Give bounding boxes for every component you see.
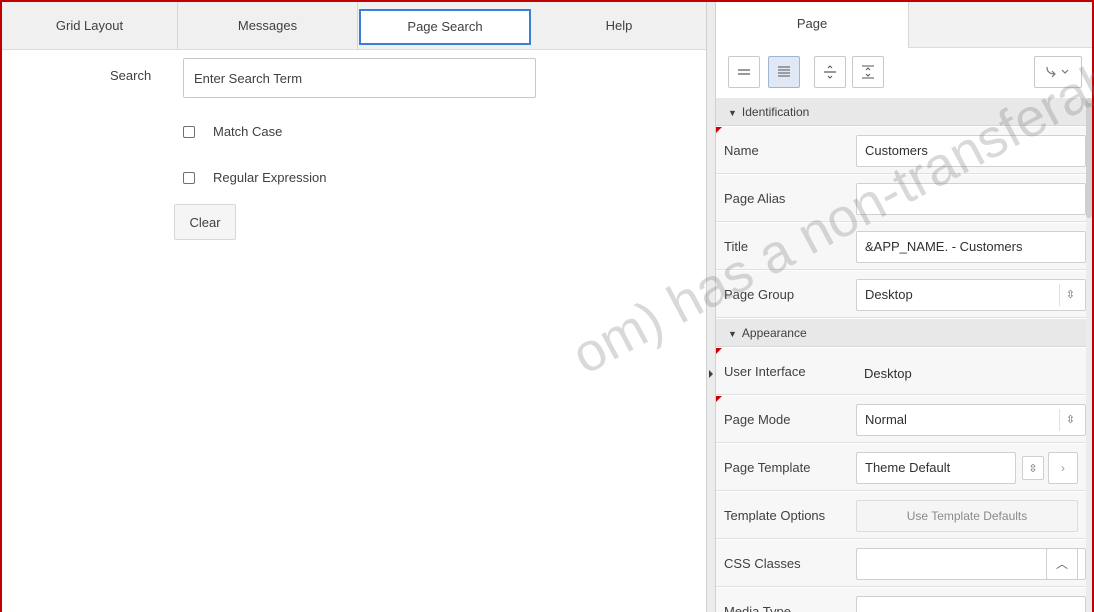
property-list: ▼ Identification Name Customers Page Alia… [716,98,1086,612]
collapse-all-button[interactable] [728,56,760,88]
page-group-select[interactable]: Desktop ⇳ [856,279,1086,311]
title-label: Title [724,239,749,254]
expanded-triangle-icon: ▼ [728,329,737,339]
regular-expression-label: Regular Expression [213,170,327,185]
show-all-icon [862,65,874,79]
left-tab-bar: Grid Layout Messages Page Search Help [2,2,706,50]
select-arrows-icon[interactable]: ⇳ [1022,456,1044,480]
scrollbar-thumb[interactable] [1086,98,1092,218]
tab-page-search[interactable]: Page Search [359,9,531,45]
template-options-label: Template Options [724,508,826,523]
select-arrows-icon: ⇳ [1059,284,1081,306]
tab-grid-layout[interactable]: Grid Layout [2,2,178,50]
property-row-page-mode: Page Mode Normal ⇳ [716,396,1086,443]
expand-all-button[interactable] [768,56,800,88]
media-type-field[interactable] [856,596,1086,612]
regular-expression-checkbox[interactable] [183,171,195,184]
property-row-user-interface: User Interface Desktop [716,348,1086,395]
property-editor-pane: Page ▼ Identification Name Customers Pag… [716,2,1092,612]
right-tab-bar: Page [716,2,1092,49]
user-interface-value: Desktop [864,366,912,381]
match-case-option[interactable]: Match Case [183,124,282,139]
use-template-defaults-button[interactable]: Use Template Defaults [856,500,1078,532]
expand-all-icon [778,66,790,77]
select-arrows-icon: ⇳ [1059,409,1081,431]
name-field[interactable]: Customers [856,135,1086,167]
search-input[interactable] [183,58,536,98]
show-common-button[interactable] [814,56,846,88]
go-to-group-button[interactable] [1034,56,1082,88]
title-field[interactable]: &APP_NAME. - Customers [856,231,1086,263]
property-row-media-type: Media Type [716,588,1086,612]
page-group-label: Page Group [724,287,795,302]
name-label: Name [724,143,759,158]
page-template-label: Page Template [724,460,811,475]
property-row-name: Name Customers [716,127,1086,174]
expanded-triangle-icon: ▼ [728,108,737,118]
property-row-css-classes: CSS Classes ︿ [716,540,1086,587]
match-case-label: Match Case [213,124,283,139]
page-alias-label: Page Alias [724,191,786,206]
search-label: Search [110,68,152,83]
page-alias-field[interactable] [856,183,1086,215]
chevron-up-icon[interactable]: ︿ [1046,548,1078,580]
tab-page[interactable]: Page [716,2,909,49]
collapse-all-icon [738,69,750,75]
property-row-template-options: Template Options Use Template Defaults [716,492,1086,539]
media-type-label: Media Type [724,604,791,612]
property-row-title: Title &APP_NAME. - Customers [716,223,1086,270]
property-row-page-alias: Page Alias [716,175,1086,222]
collapse-arrow-icon[interactable] [709,370,713,378]
user-interface-label: User Interface [724,364,806,379]
page-mode-label: Page Mode [724,412,791,427]
required-marker-icon [716,396,722,402]
show-all-button[interactable] [852,56,884,88]
go-to-template-button[interactable]: › [1048,452,1078,484]
identification-section-header[interactable]: ▼ Identification [716,98,1086,126]
page-template-select[interactable]: Theme Default [856,452,1016,484]
show-common-icon [824,65,836,79]
required-marker-icon [716,348,722,354]
appearance-section-header[interactable]: ▼ Appearance [716,319,1086,347]
css-classes-label: CSS Classes [724,556,801,571]
property-list-scrollbar[interactable] [1086,98,1092,612]
tab-messages[interactable]: Messages [178,2,358,50]
clear-button[interactable]: Clear [174,204,236,240]
property-editor-toolbar [716,48,1092,98]
page-mode-select[interactable]: Normal ⇳ [856,404,1086,436]
required-marker-icon [716,127,722,133]
property-row-page-template: Page Template Theme Default ⇳ › [716,444,1086,491]
left-pane: Grid Layout Messages Page Search Help Se… [2,2,706,612]
pane-splitter[interactable] [706,2,716,612]
application-window: Grid Layout Messages Page Search Help Se… [0,0,1094,612]
tab-help[interactable]: Help [532,2,706,50]
match-case-checkbox[interactable] [183,125,195,138]
regular-expression-option[interactable]: Regular Expression [183,170,326,185]
property-row-page-group: Page Group Desktop ⇳ [716,271,1086,318]
go-to-group-icon [1046,66,1069,78]
